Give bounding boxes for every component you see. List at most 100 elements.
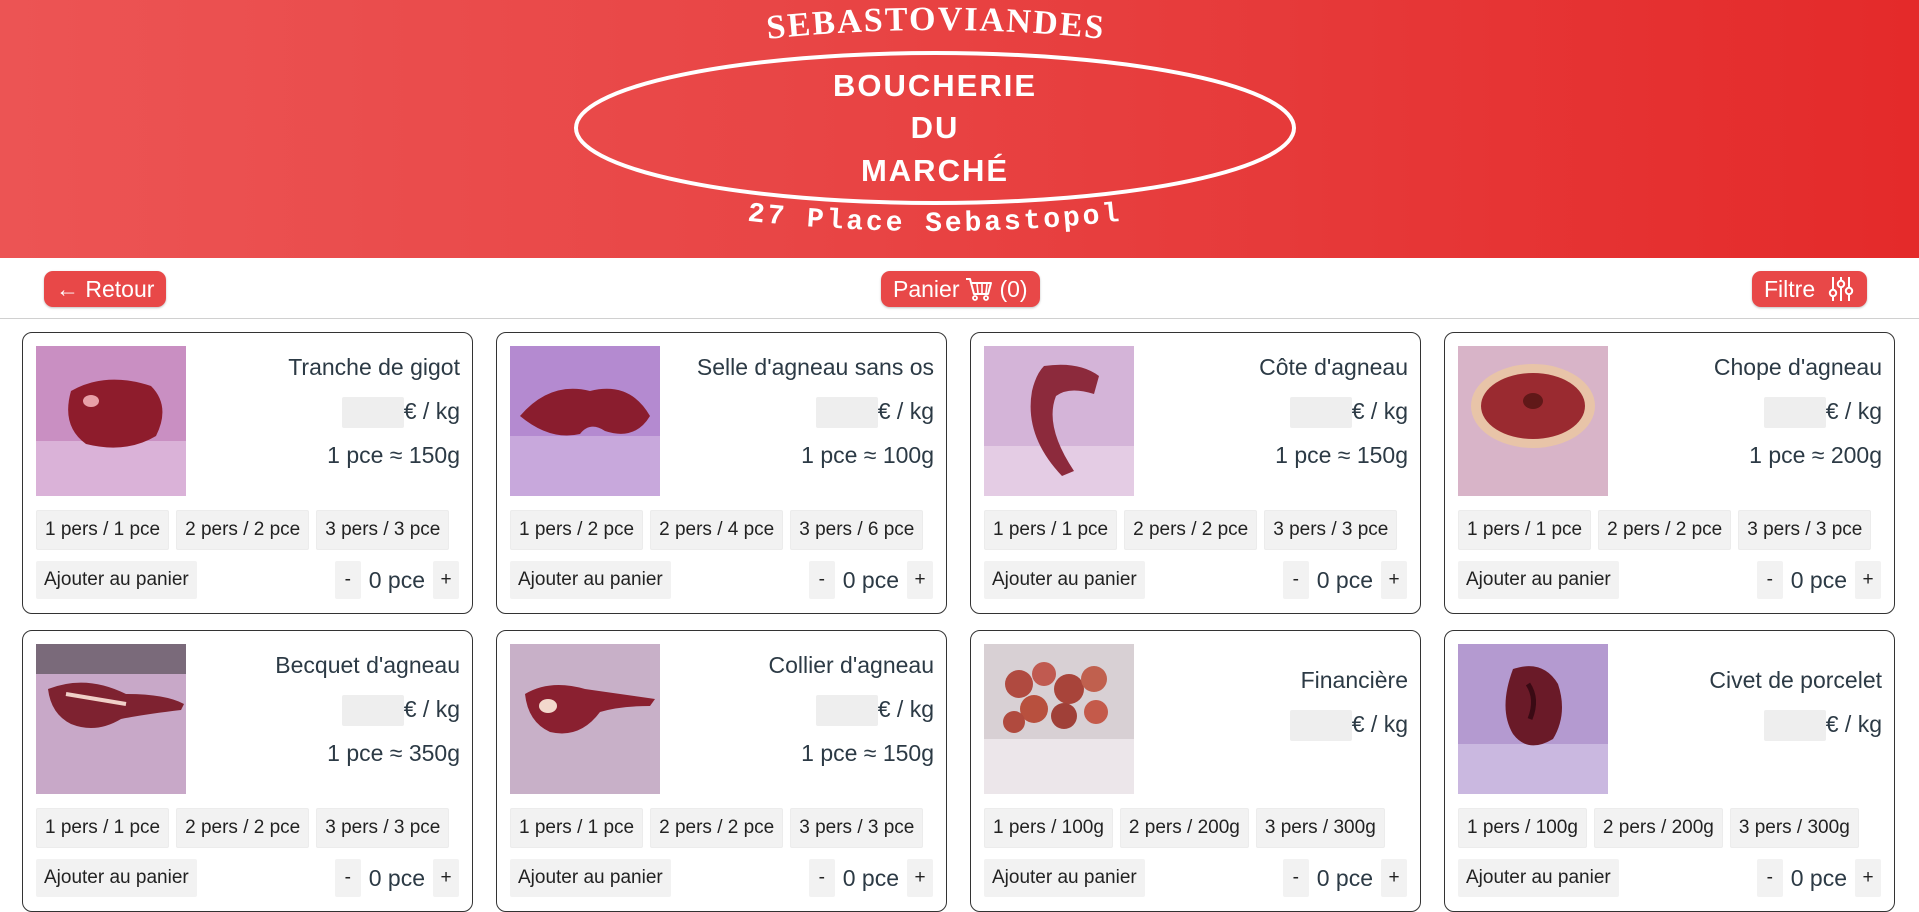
product-card: Selle d'agneau sans os € / kg 1 pce ≈ 100g… bbox=[496, 332, 947, 614]
portion-options: 1 pers / 100g 2 pers / 200g 3 pers / 300g bbox=[984, 808, 1385, 848]
add-to-cart-button[interactable]: Ajouter au panier bbox=[984, 859, 1145, 897]
portion-option[interactable]: 1 pers / 1 pce bbox=[36, 808, 170, 848]
increment-button[interactable]: + bbox=[433, 859, 459, 897]
svg-text:SEBASTOVIANDES: SEBASTOVIANDES bbox=[765, 1, 1107, 47]
product-name: Selle d'agneau sans os bbox=[696, 354, 934, 380]
product-price: € / kg bbox=[198, 389, 460, 433]
product-name: Civet de porcelet bbox=[1709, 667, 1882, 693]
quantity-value: 0 pce bbox=[1790, 864, 1847, 891]
sliders-icon bbox=[1827, 275, 1855, 303]
portion-option[interactable]: 2 pers / 2 pce bbox=[650, 808, 784, 848]
toolbar: ← Retour Panier (0) Filtre bbox=[0, 258, 1919, 319]
product-card: Chope d'agneau € / kg 1 pce ≈ 200g 1 pers /… bbox=[1444, 332, 1895, 614]
product-weight: 1 pce ≈ 100g bbox=[801, 442, 934, 468]
portion-option[interactable]: 1 pers / 100g bbox=[1458, 808, 1587, 848]
portion-option[interactable]: 3 pers / 3 pce bbox=[1738, 510, 1872, 550]
portion-option[interactable]: 3 pers / 3 pce bbox=[1264, 510, 1398, 550]
portion-option[interactable]: 2 pers / 200g bbox=[1119, 808, 1249, 848]
cart-button-label: Panier bbox=[893, 276, 960, 302]
portion-option[interactable]: 3 pers / 6 pce bbox=[790, 510, 924, 550]
decrement-button[interactable]: - bbox=[334, 859, 361, 897]
product-image bbox=[510, 644, 660, 794]
portion-options: 1 pers / 1 pce 2 pers / 2 pce 3 pers / 3 p… bbox=[1458, 510, 1872, 550]
product-image bbox=[1458, 644, 1608, 794]
portion-option[interactable]: 1 pers / 1 pce bbox=[36, 510, 170, 550]
increment-button[interactable]: + bbox=[907, 859, 933, 897]
cart-row: Ajouter au panier -0 pce + bbox=[510, 561, 933, 601]
quantity-value: 0 pce bbox=[842, 864, 899, 891]
increment-button[interactable]: + bbox=[907, 561, 933, 599]
price-placeholder bbox=[815, 397, 878, 429]
add-to-cart-button[interactable]: Ajouter au panier bbox=[1458, 561, 1619, 599]
portion-option[interactable]: 1 pers / 100g bbox=[984, 808, 1113, 848]
portion-option[interactable]: 1 pers / 2 pce bbox=[510, 510, 644, 550]
product-image bbox=[984, 644, 1134, 794]
increment-button[interactable]: + bbox=[433, 561, 459, 599]
decrement-button[interactable]: - bbox=[808, 561, 835, 599]
quantity-value: 0 pce bbox=[368, 566, 425, 593]
portion-option[interactable]: 1 pers / 1 pce bbox=[984, 510, 1118, 550]
portion-option[interactable]: 2 pers / 2 pce bbox=[1124, 510, 1258, 550]
increment-button[interactable]: + bbox=[1381, 561, 1407, 599]
increment-button[interactable]: + bbox=[1855, 561, 1881, 599]
price-placeholder bbox=[1763, 710, 1826, 742]
product-weight: 1 pce ≈ 150g bbox=[1275, 442, 1408, 468]
product-card: Côte d'agneau € / kg 1 pce ≈ 150g 1 pers / … bbox=[970, 332, 1421, 614]
portion-option[interactable]: 1 pers / 1 pce bbox=[510, 808, 644, 848]
product-price: € / kg bbox=[1146, 702, 1408, 746]
decrement-button[interactable]: - bbox=[334, 561, 361, 599]
decrement-button[interactable]: - bbox=[1282, 561, 1309, 599]
price-placeholder bbox=[1763, 397, 1826, 429]
add-to-cart-button[interactable]: Ajouter au panier bbox=[510, 859, 671, 897]
add-to-cart-button[interactable]: Ajouter au panier bbox=[36, 561, 197, 599]
portion-options: 1 pers / 1 pce 2 pers / 2 pce 3 pers / 3 p… bbox=[36, 808, 450, 848]
cart-count: (0) bbox=[999, 276, 1028, 302]
add-to-cart-button[interactable]: Ajouter au panier bbox=[984, 561, 1145, 599]
logo-line-marche: MARCHÉ bbox=[861, 153, 1009, 188]
portion-options: 1 pers / 1 pce 2 pers / 2 pce 3 pers / 3 p… bbox=[984, 510, 1398, 550]
cart-row: Ajouter au panier -0 pce + bbox=[984, 561, 1407, 601]
portion-option[interactable]: 3 pers / 3 pce bbox=[316, 808, 450, 848]
filter-button[interactable]: Filtre bbox=[1752, 271, 1868, 307]
quantity-value: 0 pce bbox=[842, 566, 899, 593]
portion-option[interactable]: 3 pers / 3 pce bbox=[316, 510, 450, 550]
price-placeholder bbox=[341, 397, 404, 429]
product-name: Collier d'agneau bbox=[768, 652, 934, 678]
portion-option[interactable]: 3 pers / 3 pce bbox=[790, 808, 924, 848]
decrement-button[interactable]: - bbox=[1756, 561, 1783, 599]
price-placeholder bbox=[1289, 710, 1352, 742]
quantity-stepper: -0 pce + bbox=[334, 859, 459, 897]
portion-options: 1 pers / 1 pce 2 pers / 2 pce 3 pers / 3 p… bbox=[36, 510, 450, 550]
portion-option[interactable]: 2 pers / 2 pce bbox=[176, 510, 310, 550]
product-price: € / kg bbox=[672, 389, 934, 433]
back-button[interactable]: ← Retour bbox=[44, 271, 167, 307]
add-to-cart-button[interactable]: Ajouter au panier bbox=[1458, 859, 1619, 897]
product-info: Côte d'agneau € / kg 1 pce ≈ 150g bbox=[1146, 345, 1408, 477]
portion-option[interactable]: 3 pers / 300g bbox=[1729, 808, 1859, 848]
cart-row: Ajouter au panier -0 pce + bbox=[510, 859, 933, 899]
decrement-button[interactable]: - bbox=[1282, 859, 1309, 897]
price-placeholder bbox=[1289, 397, 1352, 429]
portion-option[interactable]: 2 pers / 200g bbox=[1593, 808, 1723, 848]
cart-button[interactable]: Panier (0) bbox=[881, 271, 1040, 307]
increment-button[interactable]: + bbox=[1381, 859, 1407, 897]
portion-option[interactable]: 1 pers / 1 pce bbox=[1458, 510, 1592, 550]
quantity-stepper: -0 pce + bbox=[808, 859, 933, 897]
product-card: Collier d'agneau € / kg 1 pce ≈ 150g 1 pers… bbox=[496, 630, 947, 912]
product-info: Financière € / kg bbox=[1146, 658, 1408, 746]
portion-option[interactable]: 3 pers / 300g bbox=[1255, 808, 1385, 848]
price-unit: € / kg bbox=[1351, 398, 1408, 424]
add-to-cart-button[interactable]: Ajouter au panier bbox=[510, 561, 671, 599]
portion-options: 1 pers / 100g 2 pers / 200g 3 pers / 300g bbox=[1458, 808, 1859, 848]
portion-option[interactable]: 2 pers / 4 pce bbox=[650, 510, 784, 550]
add-to-cart-button[interactable]: Ajouter au panier bbox=[36, 859, 197, 897]
price-unit: € / kg bbox=[403, 696, 460, 722]
product-image bbox=[510, 346, 660, 496]
product-name: Becquet d'agneau bbox=[275, 652, 460, 678]
decrement-button[interactable]: - bbox=[1756, 859, 1783, 897]
increment-button[interactable]: + bbox=[1855, 859, 1881, 897]
product-weight: 1 pce ≈ 350g bbox=[327, 740, 460, 766]
portion-option[interactable]: 2 pers / 2 pce bbox=[176, 808, 310, 848]
portion-option[interactable]: 2 pers / 2 pce bbox=[1598, 510, 1732, 550]
decrement-button[interactable]: - bbox=[808, 859, 835, 897]
